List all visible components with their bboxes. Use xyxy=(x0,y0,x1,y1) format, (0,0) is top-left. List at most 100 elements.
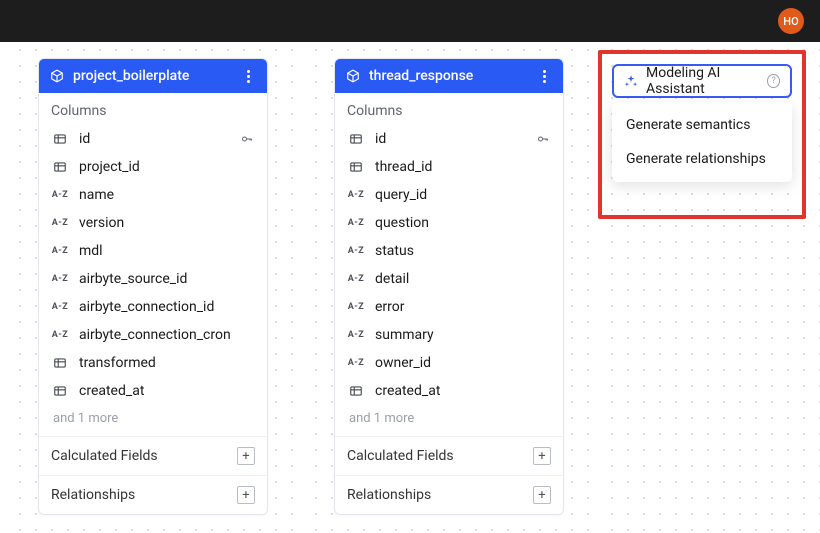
add-calculated-field-button[interactable]: + xyxy=(533,447,551,465)
column-name: airbyte_connection_cron xyxy=(79,327,231,343)
column-row[interactable]: A-Z mdl xyxy=(39,237,267,265)
column-row[interactable]: A-Z airbyte_connection_cron xyxy=(39,321,267,349)
column-list: id project_id A-Z name A-Z version A-Z mdl A-Z ai… xyxy=(39,125,267,405)
relationships-row: Relationships + xyxy=(335,475,563,514)
text-type-icon: A-Z xyxy=(51,190,69,200)
cube-icon xyxy=(49,68,65,84)
text-type-icon: A-Z xyxy=(347,330,365,340)
cube-icon xyxy=(345,68,361,84)
column-type-icon xyxy=(51,160,69,174)
column-row[interactable]: thread_id xyxy=(335,153,563,181)
column-row[interactable]: A-Z status xyxy=(335,237,563,265)
column-row[interactable]: A-Z owner_id xyxy=(335,349,563,377)
columns-label: Columns xyxy=(335,93,563,125)
more-columns-label[interactable]: and 1 more xyxy=(39,405,267,436)
column-name: query_id xyxy=(375,187,427,203)
column-row[interactable]: A-Z airbyte_source_id xyxy=(39,265,267,293)
column-type-icon xyxy=(347,160,365,174)
column-row[interactable]: A-Z detail xyxy=(335,265,563,293)
text-type-icon: A-Z xyxy=(51,218,69,228)
ai-assistant-menu: Generate semantics Generate relationship… xyxy=(612,102,792,182)
column-name: airbyte_connection_id xyxy=(79,299,214,315)
column-row[interactable]: id xyxy=(335,125,563,153)
column-name: mdl xyxy=(79,243,103,259)
text-type-icon: A-Z xyxy=(51,302,69,312)
card-title: thread_response xyxy=(369,68,473,84)
text-type-icon: A-Z xyxy=(347,190,365,200)
calculated-fields-label: Calculated Fields xyxy=(51,448,158,464)
primary-key-icon xyxy=(535,133,551,145)
columns-label: Columns xyxy=(39,93,267,125)
canvas: project_boilerplate Columns id project_id… xyxy=(0,42,820,533)
column-row[interactable]: A-Z summary xyxy=(335,321,563,349)
column-name: question xyxy=(375,215,429,231)
column-name: project_id xyxy=(79,159,140,175)
text-type-icon: A-Z xyxy=(347,358,365,368)
table-card-project-boilerplate[interactable]: project_boilerplate Columns id project_id… xyxy=(38,58,268,515)
column-row[interactable]: A-Z airbyte_connection_id xyxy=(39,293,267,321)
column-row[interactable]: A-Z question xyxy=(335,209,563,237)
generate-relationships-item[interactable]: Generate relationships xyxy=(612,142,792,176)
text-type-icon: A-Z xyxy=(347,218,365,228)
card-header: thread_response xyxy=(335,59,563,93)
column-name: detail xyxy=(375,271,409,287)
column-type-icon xyxy=(51,132,69,146)
column-row[interactable]: created_at xyxy=(39,377,267,405)
column-name: id xyxy=(375,131,386,147)
calculated-fields-row: Calculated Fields + xyxy=(39,436,267,475)
column-name: version xyxy=(79,215,124,231)
ai-assistant-label: Modeling AI Assistant xyxy=(646,65,767,97)
column-type-icon xyxy=(51,384,69,398)
calculated-fields-row: Calculated Fields + xyxy=(335,436,563,475)
sparkle-icon xyxy=(624,74,638,88)
column-name: created_at xyxy=(79,383,144,399)
card-title: project_boilerplate xyxy=(73,68,189,84)
text-type-icon: A-Z xyxy=(347,274,365,284)
column-row[interactable]: id xyxy=(39,125,267,153)
generate-semantics-item[interactable]: Generate semantics xyxy=(612,108,792,142)
add-calculated-field-button[interactable]: + xyxy=(237,447,255,465)
column-list: id thread_id A-Z query_id A-Z question A-Z stat… xyxy=(335,125,563,405)
column-row[interactable]: A-Z query_id xyxy=(335,181,563,209)
column-row[interactable]: transformed xyxy=(39,349,267,377)
column-name: thread_id xyxy=(375,159,432,175)
column-type-icon xyxy=(347,384,365,398)
column-name: status xyxy=(375,243,414,259)
text-type-icon: A-Z xyxy=(51,330,69,340)
text-type-icon: A-Z xyxy=(51,274,69,284)
column-row[interactable]: A-Z error xyxy=(335,293,563,321)
add-relationship-button[interactable]: + xyxy=(237,486,255,504)
text-type-icon: A-Z xyxy=(51,246,69,256)
column-row[interactable]: A-Z version xyxy=(39,209,267,237)
primary-key-icon xyxy=(239,133,255,145)
more-columns-label[interactable]: and 1 more xyxy=(335,405,563,436)
column-row[interactable]: A-Z name xyxy=(39,181,267,209)
kebab-icon[interactable] xyxy=(535,67,553,85)
kebab-icon[interactable] xyxy=(239,67,257,85)
column-row[interactable]: project_id xyxy=(39,153,267,181)
calculated-fields-label: Calculated Fields xyxy=(347,448,454,464)
text-type-icon: A-Z xyxy=(347,246,365,256)
column-name: error xyxy=(375,299,405,315)
column-row[interactable]: created_at xyxy=(335,377,563,405)
relationships-label: Relationships xyxy=(347,487,431,503)
relationships-label: Relationships xyxy=(51,487,135,503)
column-type-icon xyxy=(347,132,365,146)
column-name: summary xyxy=(375,327,434,343)
column-name: id xyxy=(79,131,90,147)
topbar: HO xyxy=(0,0,820,42)
table-card-thread-response[interactable]: thread_response Columns id thread_id A-Z qu… xyxy=(334,58,564,515)
text-type-icon: A-Z xyxy=(347,302,365,312)
column-name: name xyxy=(79,187,114,203)
avatar[interactable]: HO xyxy=(778,8,804,34)
column-name: owner_id xyxy=(375,355,431,371)
modeling-ai-assistant-button[interactable]: Modeling AI Assistant ? xyxy=(612,64,792,98)
column-name: created_at xyxy=(375,383,440,399)
column-name: airbyte_source_id xyxy=(79,271,187,287)
add-relationship-button[interactable]: + xyxy=(533,486,551,504)
card-header: project_boilerplate xyxy=(39,59,267,93)
relationships-row: Relationships + xyxy=(39,475,267,514)
column-type-icon xyxy=(51,356,69,370)
help-icon[interactable]: ? xyxy=(767,74,780,88)
column-name: transformed xyxy=(79,355,156,371)
